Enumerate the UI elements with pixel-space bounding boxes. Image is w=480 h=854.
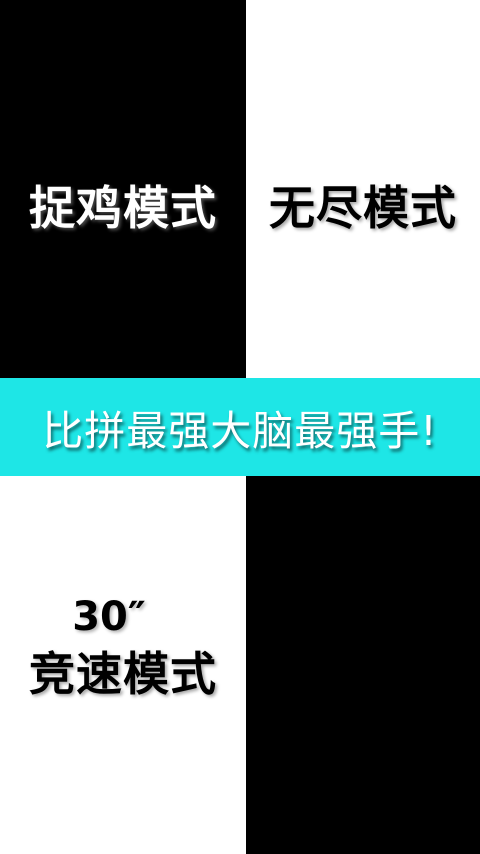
mode-label-catch: 捉鸡模式 — [29, 181, 217, 235]
mode-tile-speed[interactable]: 30″ 竞速模式 — [0, 476, 246, 854]
mode-label-endless: 无尽模式 — [269, 181, 457, 235]
game-screen: 捉鸡模式 无尽模式 比拼最强大脑最强手! 30″ 竞速模式 — [0, 0, 480, 854]
black-tile[interactable] — [246, 476, 480, 854]
slogan-text: 比拼最强大脑最强手! — [42, 407, 438, 455]
speed-time-label: 30″ — [72, 594, 146, 640]
mode-tile-catch[interactable]: 捉鸡模式 — [0, 0, 246, 378]
mode-label-speed: 竞速模式 — [29, 647, 217, 701]
mode-tile-endless[interactable]: 无尽模式 — [246, 0, 480, 378]
slogan-banner: 比拼最强大脑最强手! — [0, 378, 480, 476]
speed-mode-content: 30″ 竞速模式 — [29, 597, 217, 697]
